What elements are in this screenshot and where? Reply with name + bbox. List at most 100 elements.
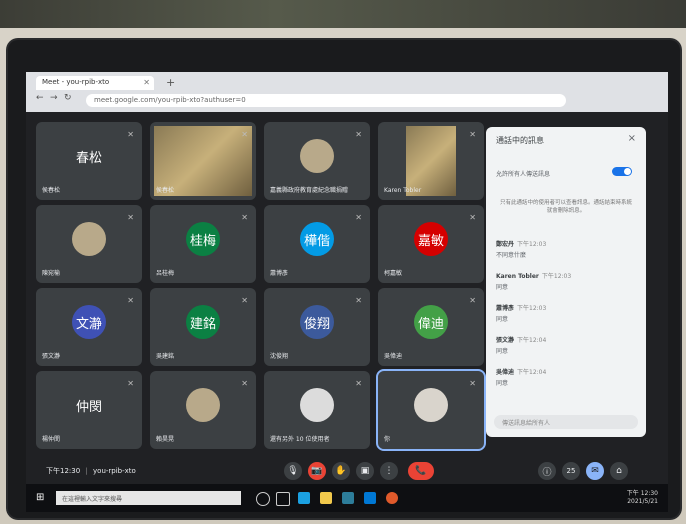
participant-tile[interactable]: 嘉敏柯嘉敏 ✕ [378, 205, 484, 283]
message-time: 下午12:03 [541, 273, 572, 280]
store-icon[interactable] [342, 492, 354, 504]
message-text: 同意 [496, 316, 509, 323]
mic-off-icon: ✕ [355, 296, 362, 305]
participant-tile[interactable]: 偉迪 吳偉迪 ✕ [378, 288, 484, 366]
chat-input[interactable]: 傳送訊息給所有人 [494, 415, 638, 429]
screen: Meet - you-rpib-xto ✕ + ← → ↻ meet.googl… [26, 72, 668, 512]
back-icon[interactable]: ← [36, 93, 44, 103]
participant-avatar: 樺偕 [300, 222, 334, 256]
participant-tile[interactable]: 建銘 吳建銘 ✕ [150, 288, 256, 366]
info-icon[interactable]: ⓘ [538, 462, 556, 480]
participant-tile[interactable]: 嘉義縣政府教育處紀念職捐贈 ✕ [264, 122, 370, 200]
message-text: 不同意什麼 [496, 252, 527, 259]
allow-messages-toggle[interactable] [612, 167, 632, 176]
browser-tab[interactable]: Meet - you-rpib-xto ✕ [36, 76, 154, 90]
allow-messages-label: 允許所有人傳送訊息 [496, 171, 551, 178]
message-text: 同意 [496, 284, 509, 291]
participant-avatar [186, 388, 220, 422]
taskbar-search[interactable]: 在這裡輸入文字來搜尋 [56, 491, 241, 505]
participant-tile[interactable]: 陳宛榆 ✕ [36, 205, 142, 283]
participant-name: 吳偉迪 [384, 353, 403, 360]
chat-message: 吳偉迪 下午12:04 同意 [496, 367, 546, 387]
close-icon[interactable]: × [628, 133, 636, 144]
people-count[interactable]: 25 [562, 462, 580, 480]
participant-avatar: 嘉敏 [414, 222, 448, 256]
participant-tile[interactable]: 侯春松 ✕ [150, 122, 256, 200]
participant-tile[interactable]: 你 ✕ [376, 369, 486, 451]
taskbar-clock: 下午 12:30 2021/5/21 [627, 490, 658, 506]
participant-avatar [72, 222, 106, 256]
mic-off-icon: ✕ [469, 296, 476, 305]
message-sender: 蕭博彥 下午12:03 [496, 305, 547, 312]
chat-icon[interactable]: ✉ [586, 462, 604, 480]
message-time: 下午12:04 [517, 337, 547, 344]
participant-name: 陳宛榆 [42, 270, 61, 277]
chrome-icon[interactable] [386, 492, 398, 504]
clock-date: 2021/5/21 [627, 498, 658, 505]
participant-avatar: 建銘 [186, 305, 220, 339]
participant-avatar: 春松 [75, 150, 102, 166]
meeting-time: 下午12:30 [46, 467, 81, 475]
meeting-code: you-rpib-xto [93, 467, 136, 475]
task-view-icon[interactable] [276, 492, 290, 506]
cortana-icon[interactable] [256, 492, 270, 506]
participant-name: 蕭博彥 [270, 270, 289, 277]
mic-off-icon: ✕ [127, 213, 134, 222]
mic-off-icon: ✕ [469, 213, 476, 222]
participant-tile[interactable]: 樺偕 蕭博彥 ✕ [264, 205, 370, 283]
participant-name: 還有另外 10 位使用者 [270, 436, 330, 443]
participant-avatar [300, 139, 334, 173]
end-call-icon[interactable]: 📞 [408, 462, 434, 480]
mail-icon[interactable] [364, 492, 376, 504]
mic-off-icon: ✕ [469, 130, 476, 139]
address-bar[interactable]: meet.google.com/you-rpib-xto?authuser=0 [86, 94, 566, 107]
participant-name: 賴昊晃 [156, 436, 175, 443]
chat-panel-title: 通話中的訊息 [496, 136, 544, 145]
participant-tile[interactable]: 仲閔 楊仲閔 ✕ [36, 371, 142, 449]
file-explorer-icon[interactable] [320, 492, 332, 504]
more-options-icon[interactable]: ⋮ [380, 462, 398, 480]
message-sender: 張文瀞 下午12:04 [496, 337, 547, 344]
mic-off-icon: ✕ [127, 296, 134, 305]
participant-tile[interactable]: 春松 侯春松 ✕ [36, 122, 142, 200]
mic-icon[interactable]: 🎙 [284, 462, 302, 480]
chat-notice: 只有此通話中的使用者可以查看訊息。通話結束時系統就會刪除訊息。 [499, 200, 632, 214]
participant-tile[interactable]: 還有另外 10 位使用者 ✕ [264, 371, 370, 449]
participant-name: 你 [384, 436, 391, 443]
message-sender: 吳偉迪 下午12:04 [496, 369, 547, 376]
participant-name: 柯嘉敏 [384, 270, 403, 277]
participant-tile[interactable]: Karen Tobler ✕ [378, 122, 484, 200]
reload-icon[interactable]: ↻ [64, 93, 72, 103]
participant-tile[interactable]: 文瀞張文瀞 ✕ [36, 288, 142, 366]
message-sender: Karen Tobler 下午12:03 [496, 273, 572, 280]
chat-message: 張文瀞 下午12:04 同意 [496, 335, 546, 355]
activities-icon[interactable]: ⌂ [610, 462, 628, 480]
mic-off-icon: ✕ [241, 130, 248, 139]
wall-background [0, 0, 686, 28]
edge-icon[interactable] [298, 492, 310, 504]
participant-name: 呂桂梅 [156, 270, 175, 277]
chat-message: 鄭宏丹 下午12:03 不同意什麼 [496, 239, 546, 259]
camera-icon[interactable]: 📷 [308, 462, 326, 480]
message-text: 同意 [496, 380, 509, 387]
raise-hand-icon[interactable]: ✋ [332, 462, 350, 480]
participant-video [406, 126, 456, 196]
participant-tile[interactable]: 俊翔 沈俊翔 ✕ [264, 288, 370, 366]
browser-chrome: Meet - you-rpib-xto ✕ + ← → ↻ meet.googl… [26, 72, 668, 112]
windows-start-icon[interactable]: ⊞ [36, 492, 44, 503]
participant-tile[interactable]: 賴昊晃 ✕ [150, 371, 256, 449]
message-time: 下午12:03 [517, 241, 547, 248]
participant-name: Karen Tobler [384, 187, 422, 194]
forward-icon[interactable]: → [50, 93, 58, 103]
meeting-toolbar: 下午12:30 | you-rpib-xto 🎙 📷 ✋ ▣ ⋮ 📞 ⓘ 25 … [26, 460, 668, 482]
new-tab-button[interactable]: + [166, 76, 175, 89]
participant-name: 張文瀞 [42, 353, 61, 360]
participant-tile[interactable]: 桂梅 呂桂梅 ✕ [150, 205, 256, 283]
meeting-info: 下午12:30 | you-rpib-xto [46, 467, 136, 475]
tab-close-icon[interactable]: ✕ [143, 78, 150, 87]
participant-avatar: 桂梅 [186, 222, 220, 256]
participant-avatar: 文瀞 [72, 305, 106, 339]
chat-panel: 通話中的訊息 × 允許所有人傳送訊息 只有此通話中的使用者可以查看訊息。通話結束… [486, 127, 646, 437]
mic-off-icon: ✕ [355, 130, 362, 139]
present-icon[interactable]: ▣ [356, 462, 374, 480]
